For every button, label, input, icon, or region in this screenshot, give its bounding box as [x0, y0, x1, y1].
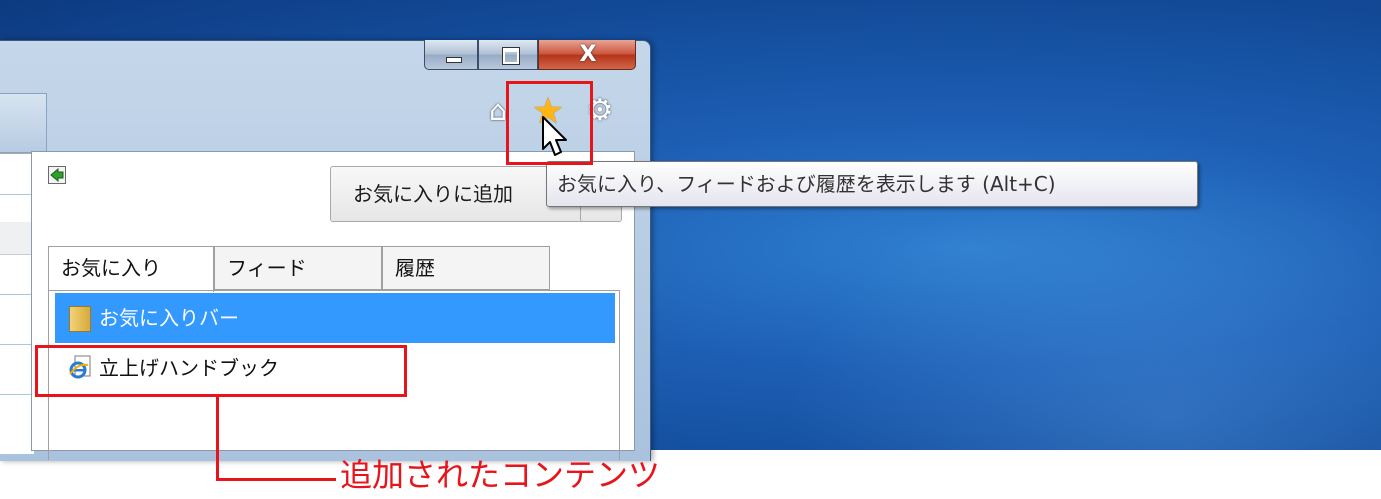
- pin-pane-button[interactable]: [48, 166, 66, 184]
- tooltip: お気に入り、フィードおよび履歴を表示します (Alt+C): [546, 161, 1198, 207]
- list-item-favorites-bar[interactable]: お気に入りバー: [55, 293, 615, 343]
- callout-line: [216, 478, 336, 481]
- callout-label: 追加されたコンテンツ: [340, 456, 661, 494]
- minimize-icon: [446, 57, 462, 63]
- maximize-icon: [502, 47, 520, 65]
- page-content: [0, 153, 34, 454]
- star-highlight-box: [506, 81, 593, 165]
- tab-feeds[interactable]: フィード: [214, 246, 382, 290]
- close-icon: X: [579, 42, 597, 67]
- item-highlight-box: [35, 345, 407, 397]
- callout-line: [216, 397, 219, 481]
- favorites-tabs: お気に入り フィード 履歴: [48, 246, 550, 292]
- list-item-label: お気に入りバー: [99, 306, 239, 330]
- green-arrow-icon: [50, 168, 64, 182]
- favorites-center-pane: お気に入りに追加 お気に入り フィード 履歴 お気に入りバー 立上げハンドブック: [31, 151, 635, 460]
- maximize-button[interactable]: [478, 40, 538, 70]
- tab-favorites[interactable]: お気に入り: [48, 246, 214, 292]
- tab-history[interactable]: 履歴: [382, 246, 550, 290]
- browser-tab[interactable]: [0, 93, 47, 153]
- folder-icon: [69, 306, 91, 332]
- caption-buttons: X: [424, 40, 638, 72]
- minimize-button[interactable]: [424, 40, 478, 70]
- close-button[interactable]: X: [538, 40, 636, 70]
